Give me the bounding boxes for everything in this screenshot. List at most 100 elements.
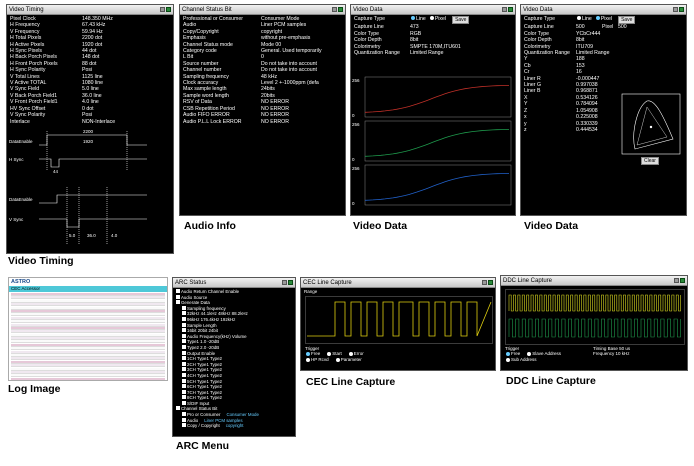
minimize-icon[interactable] xyxy=(332,7,337,12)
trigger-option[interactable]: HP Rcvd xyxy=(305,357,329,362)
brand-logo: ASTRO xyxy=(11,279,31,285)
checkbox[interactable] xyxy=(176,294,180,299)
video-data-window-1: Video Data Capture Type Line Pixel Save … xyxy=(350,4,516,216)
line-radio[interactable] xyxy=(577,16,581,20)
arc-line-label: Copy / Copyright xyxy=(187,423,220,429)
chromaticity-diagram xyxy=(621,93,681,155)
minimize-icon[interactable] xyxy=(282,280,287,285)
trigger-option[interactable]: Parameter xyxy=(335,357,362,362)
window-title: Video Data xyxy=(523,6,553,13)
save-button[interactable]: Save xyxy=(618,16,636,25)
minimize-icon[interactable] xyxy=(673,7,678,12)
v4-label: 4.0 xyxy=(111,233,118,238)
window-title: Video Timing xyxy=(9,6,44,13)
title-bar: DDC Line Capture xyxy=(501,276,687,286)
close-icon[interactable] xyxy=(288,280,293,285)
minimize-icon[interactable] xyxy=(502,7,507,12)
pixel-value[interactable]: 500 xyxy=(618,24,627,30)
log-table xyxy=(9,292,167,380)
dataenable2-label: DataEnable xyxy=(9,197,33,202)
caption-video-data-2: Video Data xyxy=(524,220,579,232)
minimize-icon[interactable] xyxy=(674,278,679,283)
checkbox[interactable] xyxy=(182,322,186,327)
save-button[interactable]: Save xyxy=(452,16,470,25)
cec-signal-trace xyxy=(307,301,492,337)
checkbox[interactable] xyxy=(182,356,186,361)
checkbox[interactable] xyxy=(176,406,180,411)
minimize-icon[interactable] xyxy=(160,7,165,12)
close-icon[interactable] xyxy=(680,278,685,283)
checkbox[interactable] xyxy=(182,328,186,333)
pixel-radio[interactable] xyxy=(595,16,600,20)
checkbox[interactable] xyxy=(182,305,186,310)
option-label: Free xyxy=(511,351,521,357)
v5-label: 5.0 xyxy=(69,233,76,238)
pixel-label: Pixel xyxy=(602,24,614,31)
radio[interactable] xyxy=(306,357,310,362)
minimize-icon[interactable] xyxy=(482,280,487,285)
option-label: HP Rcvd xyxy=(311,356,329,362)
checkbox[interactable] xyxy=(182,372,186,377)
line-radio[interactable] xyxy=(411,16,415,20)
window-title: Video Data xyxy=(353,6,383,13)
arc-status-value[interactable]: copyright xyxy=(226,423,244,429)
window-title: Channel Status Bit xyxy=(182,6,232,13)
checkbox[interactable] xyxy=(182,378,186,383)
checkbox[interactable] xyxy=(182,395,186,400)
video-timing-window: Video Timing Pixel Clock 148.350 MHz H Fre… xyxy=(6,4,174,254)
checkbox[interactable] xyxy=(182,311,186,316)
checkbox[interactable] xyxy=(182,350,186,355)
ddc-waveform xyxy=(505,289,685,345)
axis-tick-label: 256 xyxy=(352,122,360,127)
radio[interactable] xyxy=(506,357,510,362)
line-option-label: Line xyxy=(582,16,592,22)
vd1-info: Capture Type Line Pixel Save Capture Lin… xyxy=(351,15,515,57)
cec-waveform xyxy=(305,296,493,344)
close-icon[interactable] xyxy=(166,7,171,12)
caption-ddc-line: DDC Line Capture xyxy=(506,375,596,387)
radio[interactable] xyxy=(527,352,532,357)
waveform-graph: 256 0 256 0 256 0 xyxy=(352,76,512,206)
checkbox[interactable] xyxy=(182,400,186,405)
radio[interactable] xyxy=(335,357,340,362)
frequency-label: Frequency 10 kHz xyxy=(593,351,630,357)
checkbox[interactable] xyxy=(182,417,186,422)
timing-diagram: DataEnable H Sync 2200 1920 44 DataEnabl… xyxy=(9,129,147,245)
checkbox[interactable] xyxy=(182,316,186,321)
axis-tick-label: 0 xyxy=(352,157,355,162)
option-label: Slave Address xyxy=(532,351,562,357)
radio[interactable] xyxy=(306,352,310,357)
radio[interactable] xyxy=(506,352,510,357)
window-title: CEC Line Capture xyxy=(303,279,352,286)
checkbox[interactable] xyxy=(182,344,186,349)
checkbox[interactable] xyxy=(182,389,186,394)
close-icon[interactable] xyxy=(338,7,343,12)
checkbox[interactable] xyxy=(182,367,186,372)
checkbox[interactable] xyxy=(182,339,186,344)
radio[interactable] xyxy=(348,352,353,357)
clear-button[interactable]: Clear xyxy=(641,157,659,165)
checkbox[interactable] xyxy=(176,300,180,305)
checkbox[interactable] xyxy=(182,333,186,338)
cec-trigger: Trigger Free Start Error HP Rcvd Parameter xyxy=(305,346,385,362)
v36-label: 36.0 xyxy=(87,233,96,238)
pixel-radio[interactable] xyxy=(429,16,434,20)
log-image-window: ASTRO CEC Accessor xyxy=(8,277,168,381)
checkbox[interactable] xyxy=(182,423,186,428)
close-icon[interactable] xyxy=(679,7,684,12)
trigger-option[interactable]: Sub Address xyxy=(505,357,537,362)
audio-table: Professional or Consumer Consumer Mode Aud… xyxy=(180,15,345,126)
table-row[interactable] xyxy=(11,377,165,380)
capture-type-label: Capture Type xyxy=(354,16,386,22)
info-row: Quantization Range Limited Range xyxy=(354,50,512,56)
checkbox[interactable] xyxy=(182,412,186,417)
radio[interactable] xyxy=(327,352,332,357)
checkbox[interactable] xyxy=(182,361,186,366)
close-icon[interactable] xyxy=(488,280,493,285)
checkbox[interactable] xyxy=(182,384,186,389)
option-label: Free xyxy=(311,351,321,357)
title-bar: Video Timing xyxy=(7,5,173,15)
close-icon[interactable] xyxy=(508,7,513,12)
row-key: Interlace xyxy=(10,118,30,125)
checkbox[interactable] xyxy=(176,289,180,293)
